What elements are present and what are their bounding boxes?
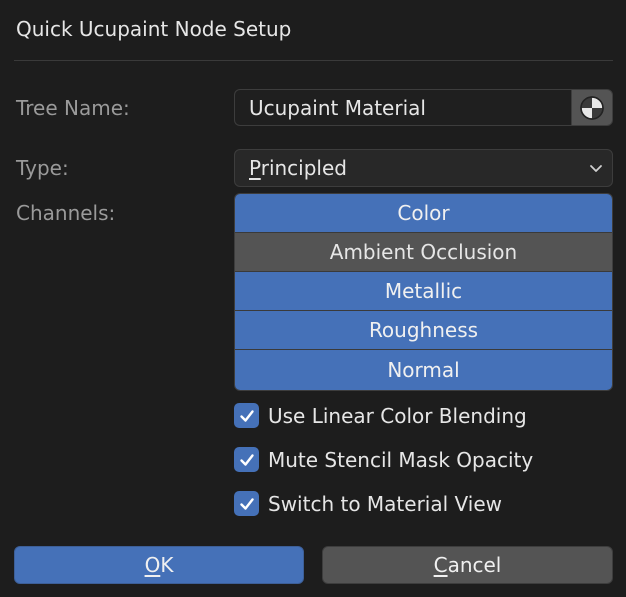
mute-stencil-mask-label: Mute Stencil Mask Opacity xyxy=(268,447,534,472)
tree-name-value: Ucupaint Material xyxy=(249,95,426,120)
chevron-down-icon xyxy=(590,165,602,172)
material-browse-button[interactable] xyxy=(571,89,613,126)
channel-ambient-occlusion-toggle[interactable]: Ambient Occlusion xyxy=(235,233,612,272)
material-sphere-icon xyxy=(580,95,604,120)
checkmark-icon xyxy=(239,497,254,510)
type-dropdown[interactable]: Principled xyxy=(234,149,613,187)
cancel-button-label: Cancel xyxy=(433,553,502,577)
linear-color-blending-label: Use Linear Color Blending xyxy=(268,403,527,428)
switch-material-view-checkbox[interactable] xyxy=(234,491,259,516)
checkmark-icon xyxy=(239,453,254,466)
switch-material-view-label: Switch to Material View xyxy=(268,491,502,516)
quick-setup-dialog: Quick Ucupaint Node Setup Tree Name: Ucu… xyxy=(0,0,626,597)
channel-normal-toggle[interactable]: Normal xyxy=(235,350,612,390)
tree-name-label: Tree Name: xyxy=(16,96,130,120)
channel-roughness-toggle[interactable]: Roughness xyxy=(235,311,612,350)
channel-color-toggle[interactable]: Color xyxy=(235,194,612,233)
ok-button[interactable]: OK xyxy=(14,546,304,584)
title-separator xyxy=(14,60,613,61)
cancel-button[interactable]: Cancel xyxy=(322,546,613,584)
channels-label: Channels: xyxy=(16,201,116,225)
type-label: Type: xyxy=(16,156,69,180)
switch-material-view-option[interactable]: Switch to Material View xyxy=(234,491,502,516)
linear-color-blending-checkbox[interactable] xyxy=(234,403,259,428)
channels-toggle-list: Color Ambient Occlusion Metallic Roughne… xyxy=(234,193,613,391)
mute-stencil-mask-checkbox[interactable] xyxy=(234,447,259,472)
linear-color-blending-option[interactable]: Use Linear Color Blending xyxy=(234,403,527,428)
channel-metallic-toggle[interactable]: Metallic xyxy=(235,272,612,311)
tree-name-input[interactable]: Ucupaint Material xyxy=(234,89,571,126)
dialog-title: Quick Ucupaint Node Setup xyxy=(16,17,292,41)
type-selected-value: Principled xyxy=(249,156,347,180)
mute-stencil-mask-option[interactable]: Mute Stencil Mask Opacity xyxy=(234,447,533,472)
checkmark-icon xyxy=(239,409,254,422)
ok-button-label: OK xyxy=(144,553,174,577)
